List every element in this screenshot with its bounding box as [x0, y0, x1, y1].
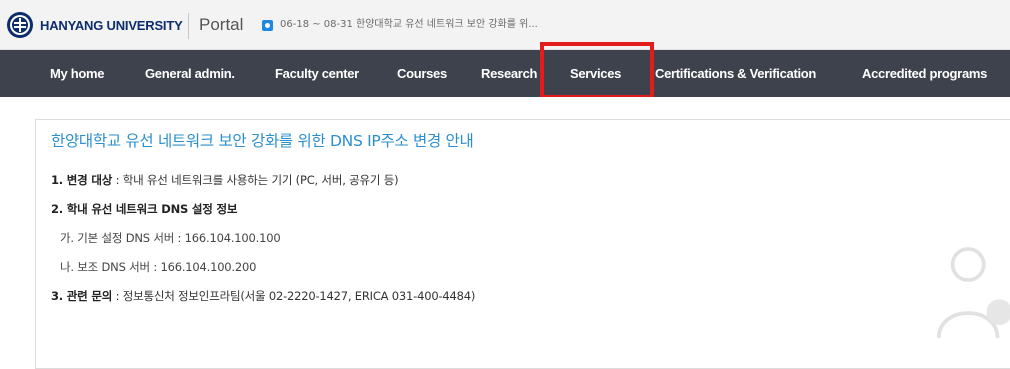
header-divider [188, 13, 189, 39]
notice-line-3: 3. 관련 문의 : 정보통신처 정보인프라팀(서울 02-2220-1427,… [51, 288, 475, 304]
main-content: 한양대학교 유선 네트워크 보안 강화를 위한 DNS IP주소 변경 안내 1… [0, 97, 1010, 352]
notice-line-3-label: 3. 관련 문의 [51, 289, 112, 303]
portal-label[interactable]: Portal [199, 13, 243, 37]
nav-item-accredited-programs[interactable]: Accredited programs [862, 50, 987, 97]
notice-panel: 한양대학교 유선 네트워크 보안 강화를 위한 DNS IP주소 변경 안내 1… [35, 119, 1010, 369]
notice-line-2: 2. 학내 유선 네트워크 DNS 설정 정보 [51, 201, 237, 217]
nav-item-my-home[interactable]: My home [50, 50, 104, 97]
notice-title[interactable]: 한양대학교 유선 네트워크 보안 강화를 위한 DNS IP주소 변경 안내 [51, 129, 473, 151]
notice-line-3-text: : 정보통신처 정보인프라팀(서울 02-2220-1427, ERICA 03… [112, 289, 475, 303]
portal-header: HANYANG UNIVERSITY Portal 06-18 ~ 08-31 … [0, 0, 1010, 50]
main-nav: My home General admin. Faculty center Co… [0, 50, 1010, 97]
notice-ticker[interactable]: 06-18 ~ 08-31 한양대학교 유선 네트워크 보안 강화를 위... [280, 17, 538, 33]
university-emblem-icon [6, 11, 34, 39]
notice-line-2a: 가. 기본 설정 DNS 서버 : 166.104.100.100 [60, 230, 280, 246]
nav-item-general-admin[interactable]: General admin. [145, 50, 235, 97]
notice-line-1: 1. 변경 대상 : 학내 유선 네트워크를 사용하는 기기 (PC, 서버, … [51, 172, 398, 188]
nav-item-certifications[interactable]: Certifications & Verification [655, 50, 816, 97]
notice-icon [262, 20, 273, 31]
notice-line-1-text: : 학내 유선 네트워크를 사용하는 기기 (PC, 서버, 공유기 등) [112, 173, 398, 187]
nav-item-faculty-center[interactable]: Faculty center [275, 50, 359, 97]
user-icon [930, 237, 1010, 347]
nav-item-services[interactable]: Services [570, 50, 621, 97]
nav-item-courses[interactable]: Courses [397, 50, 447, 97]
notice-line-2b: 나. 보조 DNS 서버 : 166.104.100.200 [60, 259, 256, 275]
university-name: HANYANG UNIVERSITY [40, 18, 183, 33]
nav-item-research[interactable]: Research [481, 50, 537, 97]
university-logo[interactable]: HANYANG UNIVERSITY [6, 11, 183, 39]
notice-line-1-label: 1. 변경 대상 [51, 173, 112, 187]
notice-line-2-label: 2. 학내 유선 네트워크 DNS 설정 정보 [51, 202, 237, 216]
